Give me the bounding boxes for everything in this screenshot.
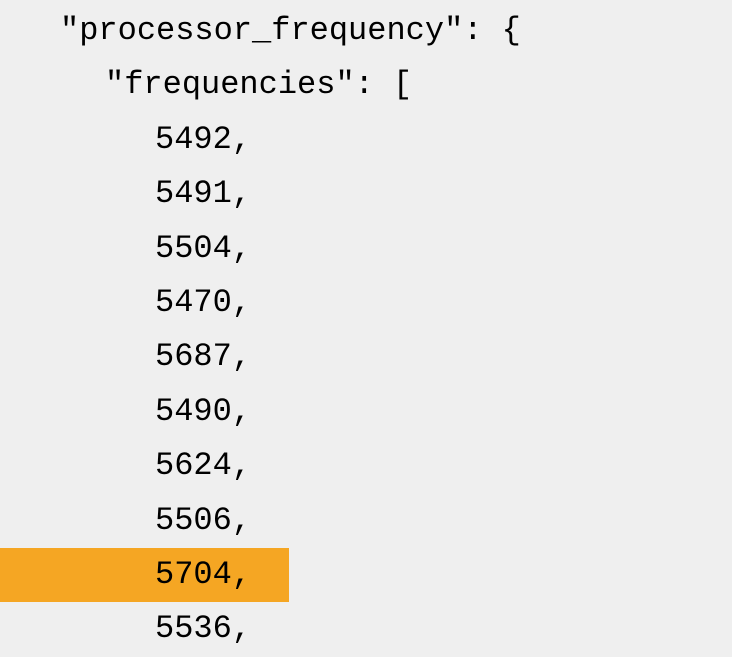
json-value: 5687,: [0, 330, 732, 384]
json-array-key: "frequencies": [: [0, 58, 732, 112]
json-value: 5490,: [0, 385, 732, 439]
json-value: 5504,: [0, 222, 732, 276]
json-value-row-highlighted: 5704,: [0, 548, 732, 602]
json-value: 5470,: [0, 276, 732, 330]
json-value: 5491,: [0, 167, 732, 221]
json-value: 5492,: [0, 113, 732, 167]
json-object-key: "processor_frequency": {: [0, 4, 732, 58]
json-value: 5624,: [0, 439, 732, 493]
json-value: 5536,: [0, 602, 732, 656]
json-value-highlighted: 5704,: [90, 556, 251, 593]
json-value: 5506,: [0, 494, 732, 548]
